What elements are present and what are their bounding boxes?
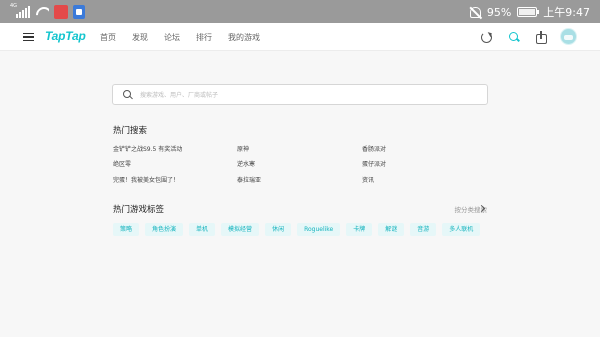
network-type: 4G [10, 3, 18, 9]
hot-search-item[interactable]: 香肠派对 [362, 144, 386, 153]
hot-tags-title: 热门游戏标签 [113, 205, 165, 215]
tab-ranking[interactable]: 排行 [196, 32, 212, 43]
hot-search-item[interactable]: 绝区零 [113, 159, 131, 168]
status-bar: 4G 95% 上午9:47 [0, 0, 600, 23]
tag-casual[interactable]: 休闲 [265, 223, 292, 236]
tag-strategy[interactable]: 策略 [113, 223, 140, 236]
hot-search-item[interactable]: 原神 [237, 144, 249, 153]
tag-multiplayer[interactable]: 多人联机 [442, 223, 481, 236]
hot-search-item[interactable]: 泰拉瑞亚 [237, 175, 261, 184]
tab-my-games[interactable]: 我的游戏 [228, 32, 260, 43]
status-bar-right: 95% 上午9:47 [469, 4, 590, 20]
tab-home[interactable]: 首页 [100, 32, 116, 43]
search-input[interactable]: 搜索游戏、用户、厂商或帖子 [112, 84, 488, 105]
notification-shield-icon [73, 5, 85, 19]
tag-simulation[interactable]: 模拟经营 [221, 223, 260, 236]
nav-tabs: 首页 发现 论坛 排行 我的游戏 [100, 23, 276, 51]
search-placeholder: 搜索游戏、用户、厂商或帖子 [140, 92, 219, 99]
tag-roguelike[interactable]: Roguelike [297, 223, 341, 236]
hot-search-item[interactable]: 蛋仔派对 [362, 159, 386, 168]
hot-search-item[interactable]: 完蛋！我被美女包围了！ [113, 175, 179, 184]
hot-search-item[interactable]: 金铲铲之战S9.5 有奖活动 [113, 144, 182, 153]
avatar[interactable] [560, 28, 577, 45]
top-navigation: TapTap 首页 发现 论坛 排行 我的游戏 [0, 23, 600, 51]
menu-icon[interactable] [23, 33, 34, 41]
tag-puzzle[interactable]: 解谜 [378, 223, 405, 236]
tab-discover[interactable]: 发现 [132, 32, 148, 43]
bell-off-icon [469, 6, 481, 18]
hot-search-item[interactable]: 逆水寒 [237, 159, 255, 168]
signal-icon: 4G [10, 3, 30, 18]
search-icon[interactable] [508, 31, 520, 43]
battery-percent: 95% [486, 5, 512, 19]
tab-forum[interactable]: 论坛 [164, 32, 180, 43]
tag-card[interactable]: 卡牌 [346, 223, 373, 236]
wifi-icon [35, 7, 49, 17]
download-icon[interactable] [535, 31, 547, 44]
hot-search-title: 热门搜索 [113, 126, 148, 136]
tag-rpg[interactable]: 角色扮演 [145, 223, 184, 236]
search-icon [123, 90, 133, 100]
battery-icon [517, 7, 540, 17]
hot-search-item[interactable]: 资讯 [362, 175, 374, 184]
notification-app-icon [54, 5, 68, 19]
refresh-icon[interactable] [480, 31, 492, 43]
taptap-logo[interactable]: TapTap [45, 29, 86, 43]
tag-single-player[interactable]: 单机 [189, 223, 216, 236]
tag-rhythm[interactable]: 音游 [410, 223, 437, 236]
status-bar-left: 4G [10, 3, 85, 20]
tag-list: 策略 角色扮演 单机 模拟经营 休闲 Roguelike 卡牌 解谜 音游 多人… [113, 223, 481, 236]
clock: 上午9:47 [543, 6, 590, 19]
